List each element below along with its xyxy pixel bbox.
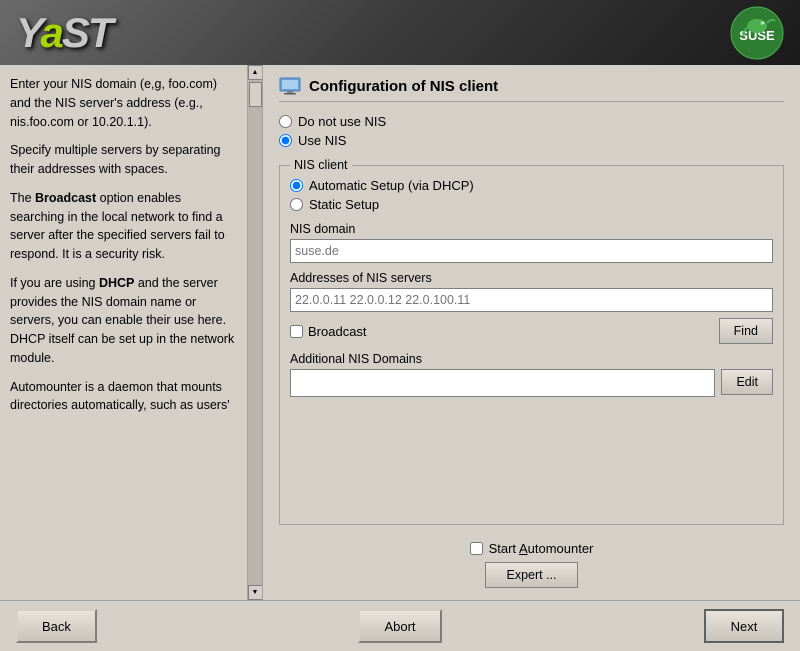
start-automounter-label: Start Automounter (489, 541, 594, 556)
nis-setup-radio-group: Automatic Setup (via DHCP) Static Setup (290, 178, 773, 212)
dhcp-bold: DHCP (99, 276, 134, 290)
scroll-up-button[interactable]: ▲ (248, 65, 263, 80)
radio-no-nis-text: Do not use NIS (298, 114, 386, 129)
nis-client-fieldset: NIS client Automatic Setup (via DHCP) St… (279, 158, 784, 525)
nis-servers-label: Addresses of NIS servers (290, 271, 773, 285)
footer: Back Abort Next (0, 600, 800, 651)
nis-domain-input[interactable] (290, 239, 773, 263)
left-help-text: Enter your NIS domain (e,g, foo.com) and… (10, 75, 235, 415)
radio-static-setup-text: Static Setup (309, 197, 379, 212)
radio-auto-setup[interactable] (290, 179, 303, 192)
monitor-icon (279, 77, 301, 95)
additional-domains-input[interactable] (290, 369, 715, 397)
edit-button[interactable]: Edit (721, 369, 773, 395)
radio-no-nis-label[interactable]: Do not use NIS (279, 114, 784, 129)
config-title: Configuration of NIS client (279, 77, 784, 102)
config-title-text: Configuration of NIS client (309, 78, 498, 95)
nis-client-legend: NIS client (290, 158, 352, 172)
abort-button[interactable]: Abort (358, 609, 441, 643)
start-automounter-checkbox[interactable] (470, 542, 483, 555)
footer-center: Abort (275, 609, 526, 643)
footer-right: Next (533, 609, 784, 643)
additional-domains-label: Additional NIS Domains (290, 352, 773, 366)
left-scrollbar: ▲ ▼ (247, 65, 262, 600)
radio-auto-setup-label[interactable]: Automatic Setup (via DHCP) (290, 178, 773, 193)
yast-logo: YaST (16, 9, 112, 57)
find-button[interactable]: Find (719, 318, 773, 344)
radio-no-nis[interactable] (279, 115, 292, 128)
left-text-area: Enter your NIS domain (e,g, foo.com) and… (0, 65, 247, 600)
footer-left: Back (16, 609, 267, 643)
radio-static-setup-label[interactable]: Static Setup (290, 197, 773, 212)
right-panel: Configuration of NIS client Do not use N… (263, 65, 800, 600)
help-para-1: Enter your NIS domain (e,g, foo.com) and… (10, 75, 235, 131)
radio-use-nis-text: Use NIS (298, 133, 346, 148)
next-button[interactable]: Next (704, 609, 784, 643)
nis-top-radio-group: Do not use NIS Use NIS (279, 114, 784, 148)
additional-domains-row: Edit (290, 369, 773, 397)
broadcast-row: Broadcast Find (290, 318, 773, 344)
scroll-down-button[interactable]: ▼ (248, 585, 263, 600)
broadcast-bold: Broadcast (35, 191, 96, 205)
expert-button[interactable]: Expert ... (485, 562, 577, 588)
suse-logo: SUSE (730, 6, 784, 60)
broadcast-checkbox[interactable] (290, 325, 303, 338)
scroll-thumb[interactable] (249, 82, 262, 107)
radio-use-nis[interactable] (279, 134, 292, 147)
broadcast-left: Broadcast (290, 324, 367, 339)
bottom-area: Start Automounter Expert ... (279, 541, 784, 588)
help-para-2: Specify multiple servers by separating t… (10, 141, 235, 179)
nis-servers-input[interactable] (290, 288, 773, 312)
scroll-track (248, 80, 263, 585)
help-para-4: If you are using DHCP and the server pro… (10, 274, 235, 368)
left-panel: Enter your NIS domain (e,g, foo.com) and… (0, 65, 263, 600)
nis-domain-label: NIS domain (290, 222, 773, 236)
radio-auto-setup-text: Automatic Setup (via DHCP) (309, 178, 474, 193)
header: YaST SUSE (0, 0, 800, 65)
help-para-5: Automounter is a daemon that mounts dire… (10, 378, 235, 416)
help-para-3: The Broadcast option enables searching i… (10, 189, 235, 264)
automounter-row: Start Automounter (470, 541, 594, 556)
broadcast-label: Broadcast (308, 324, 367, 339)
radio-use-nis-label[interactable]: Use NIS (279, 133, 784, 148)
back-button[interactable]: Back (16, 609, 97, 643)
main-content: Enter your NIS domain (e,g, foo.com) and… (0, 65, 800, 600)
nis-servers-row (290, 288, 773, 312)
radio-static-setup[interactable] (290, 198, 303, 211)
